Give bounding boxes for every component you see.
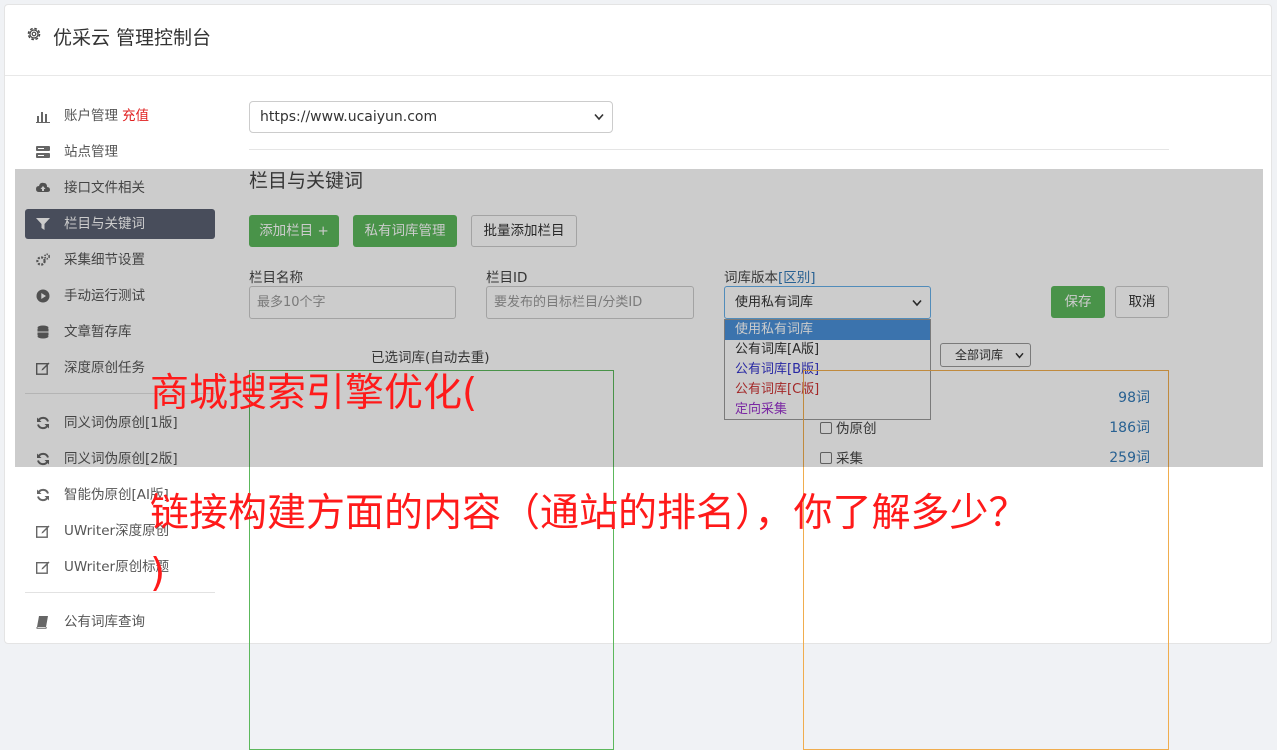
sidebar-divider bbox=[25, 592, 215, 593]
sidebar-item-uwriter-title[interactable]: UWriter原创标题 bbox=[25, 552, 215, 582]
sidebar-item-account[interactable]: 账户管理 充值 bbox=[25, 101, 215, 131]
watermark-line-1: 商城搜索引擎优化( bbox=[150, 371, 478, 416]
sidebar-item-label: 站点管理 bbox=[64, 144, 118, 160]
header: 优采云 管理控制台 bbox=[5, 5, 1271, 76]
divider bbox=[249, 149, 1169, 150]
sidebar-item-label: 公有词库查询 bbox=[64, 614, 145, 630]
site-select[interactable]: https://www.ucaiyun.com bbox=[249, 101, 613, 133]
sidebar-item-label: 账户管理 bbox=[64, 108, 118, 124]
bar-chart-icon bbox=[36, 112, 50, 123]
sidebar-item-sites[interactable]: 站点管理 bbox=[25, 137, 215, 167]
server-icon bbox=[36, 146, 50, 158]
site-select-value: https://www.ucaiyun.com bbox=[260, 109, 438, 125]
book-icon bbox=[36, 616, 48, 629]
watermark-line-3: ) bbox=[150, 551, 166, 596]
overlay-band bbox=[15, 169, 1263, 467]
chevron-down-icon bbox=[594, 113, 604, 121]
watermark-line-2: 链接构建方面的内容（通站的排名），你了解多少？ bbox=[150, 491, 1028, 536]
edit-icon bbox=[36, 525, 50, 538]
gear-icon bbox=[27, 27, 41, 41]
sidebar-item-public-lib-query[interactable]: 公有词库查询 bbox=[25, 607, 215, 637]
refresh-icon bbox=[37, 488, 49, 502]
page-title: 优采云 管理控制台 bbox=[53, 27, 212, 49]
edit-icon bbox=[36, 561, 50, 574]
recharge-link[interactable]: 充值 bbox=[122, 108, 149, 124]
